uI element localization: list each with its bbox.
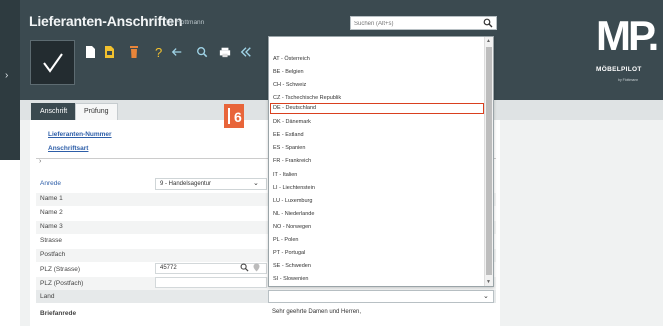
dropdown-option[interactable]: FR - Frankreich [270,156,484,167]
label-briefanrede: Briefanrede [40,310,77,317]
link-lieferanten-nummer[interactable]: Lieferanten-Nummer [48,131,112,138]
save-check-button[interactable] [30,40,75,85]
double-chevron-left-icon[interactable] [240,45,252,59]
copy-document-icon[interactable] [103,45,115,59]
dropdown-option[interactable]: CH - Schweiz [270,80,484,91]
dropdown-option[interactable]: NL - Niederlande [270,209,484,220]
map-pin-icon[interactable] [253,263,260,272]
logo-name: MÖBELPILOT [596,66,642,73]
back-arrow-icon[interactable] [171,45,183,59]
print-icon[interactable] [219,45,231,59]
dropdown-option[interactable]: LU - Luxemburg [270,196,484,207]
dropdown-option[interactable]: AT - Österreich [270,54,484,65]
scrollbar-thumb[interactable] [486,47,492,275]
label-strasse: Strasse [40,237,63,244]
step-marker-tick [228,108,230,124]
new-document-icon[interactable] [84,45,96,59]
dropdown-option[interactable]: IT - Italien [270,170,484,181]
dropdown-option[interactable]: SI - Slowenien [270,274,484,285]
label-postfach: Postfach [40,251,66,258]
label-name2: Name 2 [40,209,63,216]
step-marker-number: 6 [234,109,242,125]
dropdown-option[interactable]: PL - Polen [270,235,484,246]
dropdown-option[interactable]: LI - Liechtenstein [270,183,484,194]
anrede-select[interactable]: 9 - Handelsagentur [155,178,267,190]
dropdown-option[interactable]: EE - Estland [270,130,484,141]
check-icon [43,53,63,73]
search-icon[interactable] [240,263,249,272]
land-select[interactable] [268,290,494,303]
briefanrede-value[interactable]: Sehr geehrte Damen und Herren, [272,309,361,315]
logo-tagline: by Flottmann [618,78,639,82]
dropdown-option[interactable]: PT - Portugal [270,248,484,259]
dropdown-option-highlighted[interactable]: DE - Deutschland [270,103,484,114]
trash-icon[interactable] [128,45,140,59]
search-box[interactable] [350,16,497,30]
chevron-right-icon[interactable]: › [39,158,41,165]
label-plz-postfach: PLZ (Postfach) [40,280,84,287]
link-anschriftsart[interactable]: Anschriftsart [48,145,88,152]
chevron-right-icon[interactable]: › [5,70,8,81]
dropdown-option[interactable]: ES - Spanien [270,143,484,154]
help-icon[interactable]: ? [153,45,165,59]
logo-mark: MP. [596,12,659,59]
tab-anschrift[interactable]: Anschrift [31,103,77,120]
dropdown-option[interactable]: DK - Dänemark [270,117,484,128]
search-icon[interactable] [483,18,493,28]
search-input[interactable] [354,19,474,28]
left-rail[interactable]: › [0,0,20,160]
dropdown-option[interactable]: BE - Belgien [270,67,484,78]
tab-pruefung[interactable]: Prüfung [75,103,118,120]
scroll-up-icon[interactable]: ▲ [486,38,491,44]
user-name: Uli Flottmann [166,19,205,26]
label-land: Land [40,293,55,300]
dropdown-option[interactable]: SE - Schweden [270,261,484,272]
magnifier-icon[interactable] [196,45,208,59]
plz-postfach-input[interactable] [155,277,267,288]
svg-text:?: ? [155,45,162,59]
chevron-down-icon[interactable]: ⌄ [253,179,259,187]
page-title: Lieferanten-Anschriften [29,13,183,29]
scroll-down-icon[interactable]: ▼ [486,279,491,285]
plz-strasse-input[interactable]: 45772 [155,263,267,274]
moebelpilot-logo: MP. MÖBELPILOT by Flottmann [590,12,660,92]
label-name1: Name 1 [40,195,63,202]
dropdown-option[interactable]: NO - Norwegen [270,222,484,233]
label-plz-strasse: PLZ (Strasse) [40,266,81,273]
label-anrede: Anrede [40,180,61,187]
country-dropdown-list[interactable]: AT - Österreich BE - Belgien CH - Schwei… [268,36,494,287]
dropdown-scrollbar[interactable]: ▲ ▼ [484,37,493,286]
label-name3: Name 3 [40,223,63,230]
chevron-down-icon[interactable]: ⌄ [483,292,489,300]
